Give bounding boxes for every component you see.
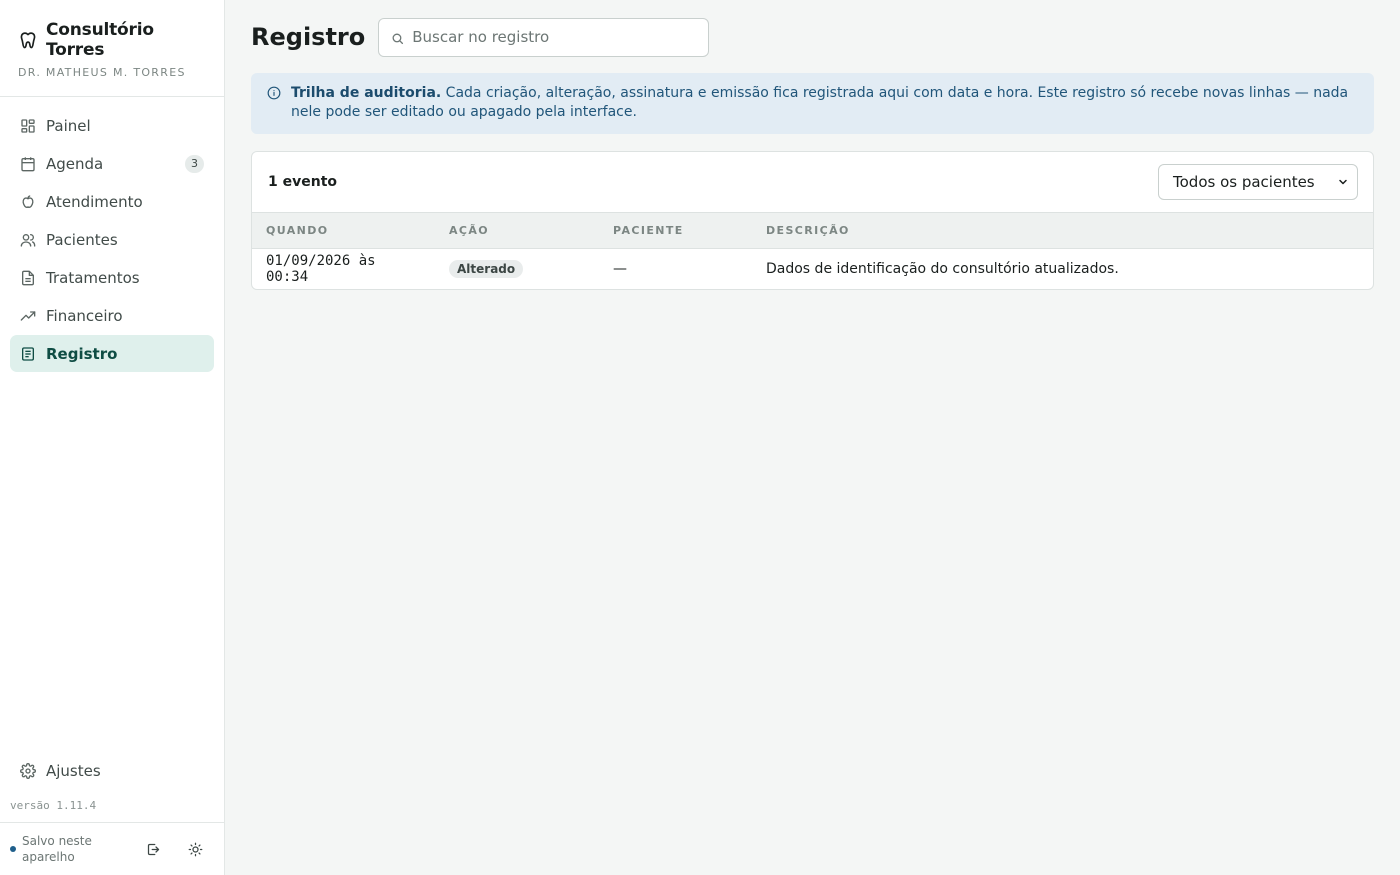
audit-log-card: 1 evento Todos os pacientes QUANDO AÇÃO … — [251, 151, 1374, 290]
sidebar-item-label: Registro — [46, 344, 118, 363]
sidebar-item-label: Agenda — [46, 154, 104, 173]
sidebar-nav: Painel Agenda 3 Atendimento Pacientes Tr… — [0, 97, 224, 382]
column-header-acao: AÇÃO — [449, 224, 490, 237]
event-action-cell: Alterado — [435, 249, 599, 289]
saved-status: Salvo neste aparelho — [22, 834, 92, 864]
app-version: versão 1.11.4 — [10, 799, 97, 812]
alert-title: Trilha de auditoria. — [291, 85, 442, 101]
sidebar-footer: Salvo neste aparelho — [0, 822, 224, 875]
info-icon — [267, 86, 281, 100]
event-description: Dados de identificação do consultório at… — [766, 260, 1119, 277]
audit-log-table: QUANDO AÇÃO PACIENTE DESCRIÇÃO 01/09/202… — [252, 212, 1373, 289]
event-patient: — — [613, 260, 627, 277]
sidebar-item-agenda[interactable]: Agenda 3 — [10, 145, 214, 182]
sidebar-item-label: Ajustes — [46, 761, 101, 780]
sidebar-item-painel[interactable]: Painel — [10, 107, 214, 144]
grid-icon — [20, 118, 36, 134]
apple-icon — [20, 194, 36, 210]
calendar-icon — [20, 156, 36, 172]
sync-status-dot — [10, 846, 16, 852]
app-subtitle: DR. MATHEUS M. TORRES — [18, 66, 186, 79]
sidebar-item-pacientes[interactable]: Pacientes — [10, 221, 214, 258]
table-header-row: QUANDO AÇÃO PACIENTE DESCRIÇÃO — [252, 212, 1373, 249]
sidebar: Consultório Torres DR. MATHEUS M. TORRES… — [0, 0, 225, 875]
sun-icon — [188, 842, 203, 857]
sidebar-item-label: Atendimento — [46, 192, 143, 211]
page-title: Registro — [251, 23, 366, 51]
gear-icon — [20, 762, 36, 779]
sidebar-item-ajustes[interactable]: Ajustes — [10, 752, 214, 789]
logout-button[interactable] — [140, 836, 166, 862]
event-timestamp: 01/09/2026 às 00:34 — [266, 252, 376, 285]
tooth-icon — [18, 30, 38, 50]
patient-filter-value: Todos os pacientes — [1173, 173, 1315, 191]
logout-icon — [146, 842, 161, 857]
log-icon — [20, 346, 36, 362]
chevron-down-icon — [1337, 176, 1349, 188]
sidebar-item-label: Painel — [46, 116, 91, 135]
event-count: 1 evento — [268, 174, 338, 190]
agenda-count-badge: 3 — [185, 155, 204, 173]
alert-body: Trilha de auditoria. Cada criação, alter… — [291, 84, 1358, 122]
column-header-descricao: DESCRIÇÃO — [766, 224, 850, 237]
alert-text: Cada criação, alteração, assinatura e em… — [291, 85, 1349, 120]
sidebar-bottom: Ajustes versão 1.11.4 Salvo neste aparel… — [0, 752, 224, 875]
topbar: Registro — [251, 17, 1374, 57]
sidebar-item-financeiro[interactable]: Financeiro — [10, 297, 214, 334]
audit-info-alert: Trilha de auditoria. Cada criação, alter… — [251, 73, 1374, 134]
card-header: 1 evento Todos os pacientes — [252, 152, 1373, 212]
search-input[interactable] — [412, 28, 697, 46]
search-icon — [391, 32, 404, 45]
action-badge: Alterado — [449, 259, 524, 278]
sidebar-item-atendimento[interactable]: Atendimento — [10, 183, 214, 220]
theme-toggle-button[interactable] — [182, 836, 208, 862]
column-header-paciente: PACIENTE — [613, 224, 684, 237]
app-name: Consultório Torres — [46, 20, 154, 60]
sidebar-item-label: Tratamentos — [46, 268, 140, 287]
sidebar-item-registro[interactable]: Registro — [10, 335, 214, 372]
main-content: Registro Trilha de auditoria. Cada criaç… — [225, 0, 1400, 875]
table-row: 01/09/2026 às 00:34 Alterado — Dados de … — [252, 249, 1373, 289]
sidebar-item-tratamentos[interactable]: Tratamentos — [10, 259, 214, 296]
brand: Consultório Torres DR. MATHEUS M. TORRES — [0, 0, 224, 97]
search-box[interactable] — [378, 17, 710, 57]
document-icon — [20, 270, 36, 286]
trending-up-icon — [20, 308, 36, 324]
sidebar-item-label: Financeiro — [46, 306, 123, 325]
patient-filter-select[interactable]: Todos os pacientes — [1158, 164, 1358, 200]
users-icon — [20, 232, 36, 248]
column-header-quando: QUANDO — [266, 224, 329, 237]
sidebar-item-label: Pacientes — [46, 230, 118, 249]
